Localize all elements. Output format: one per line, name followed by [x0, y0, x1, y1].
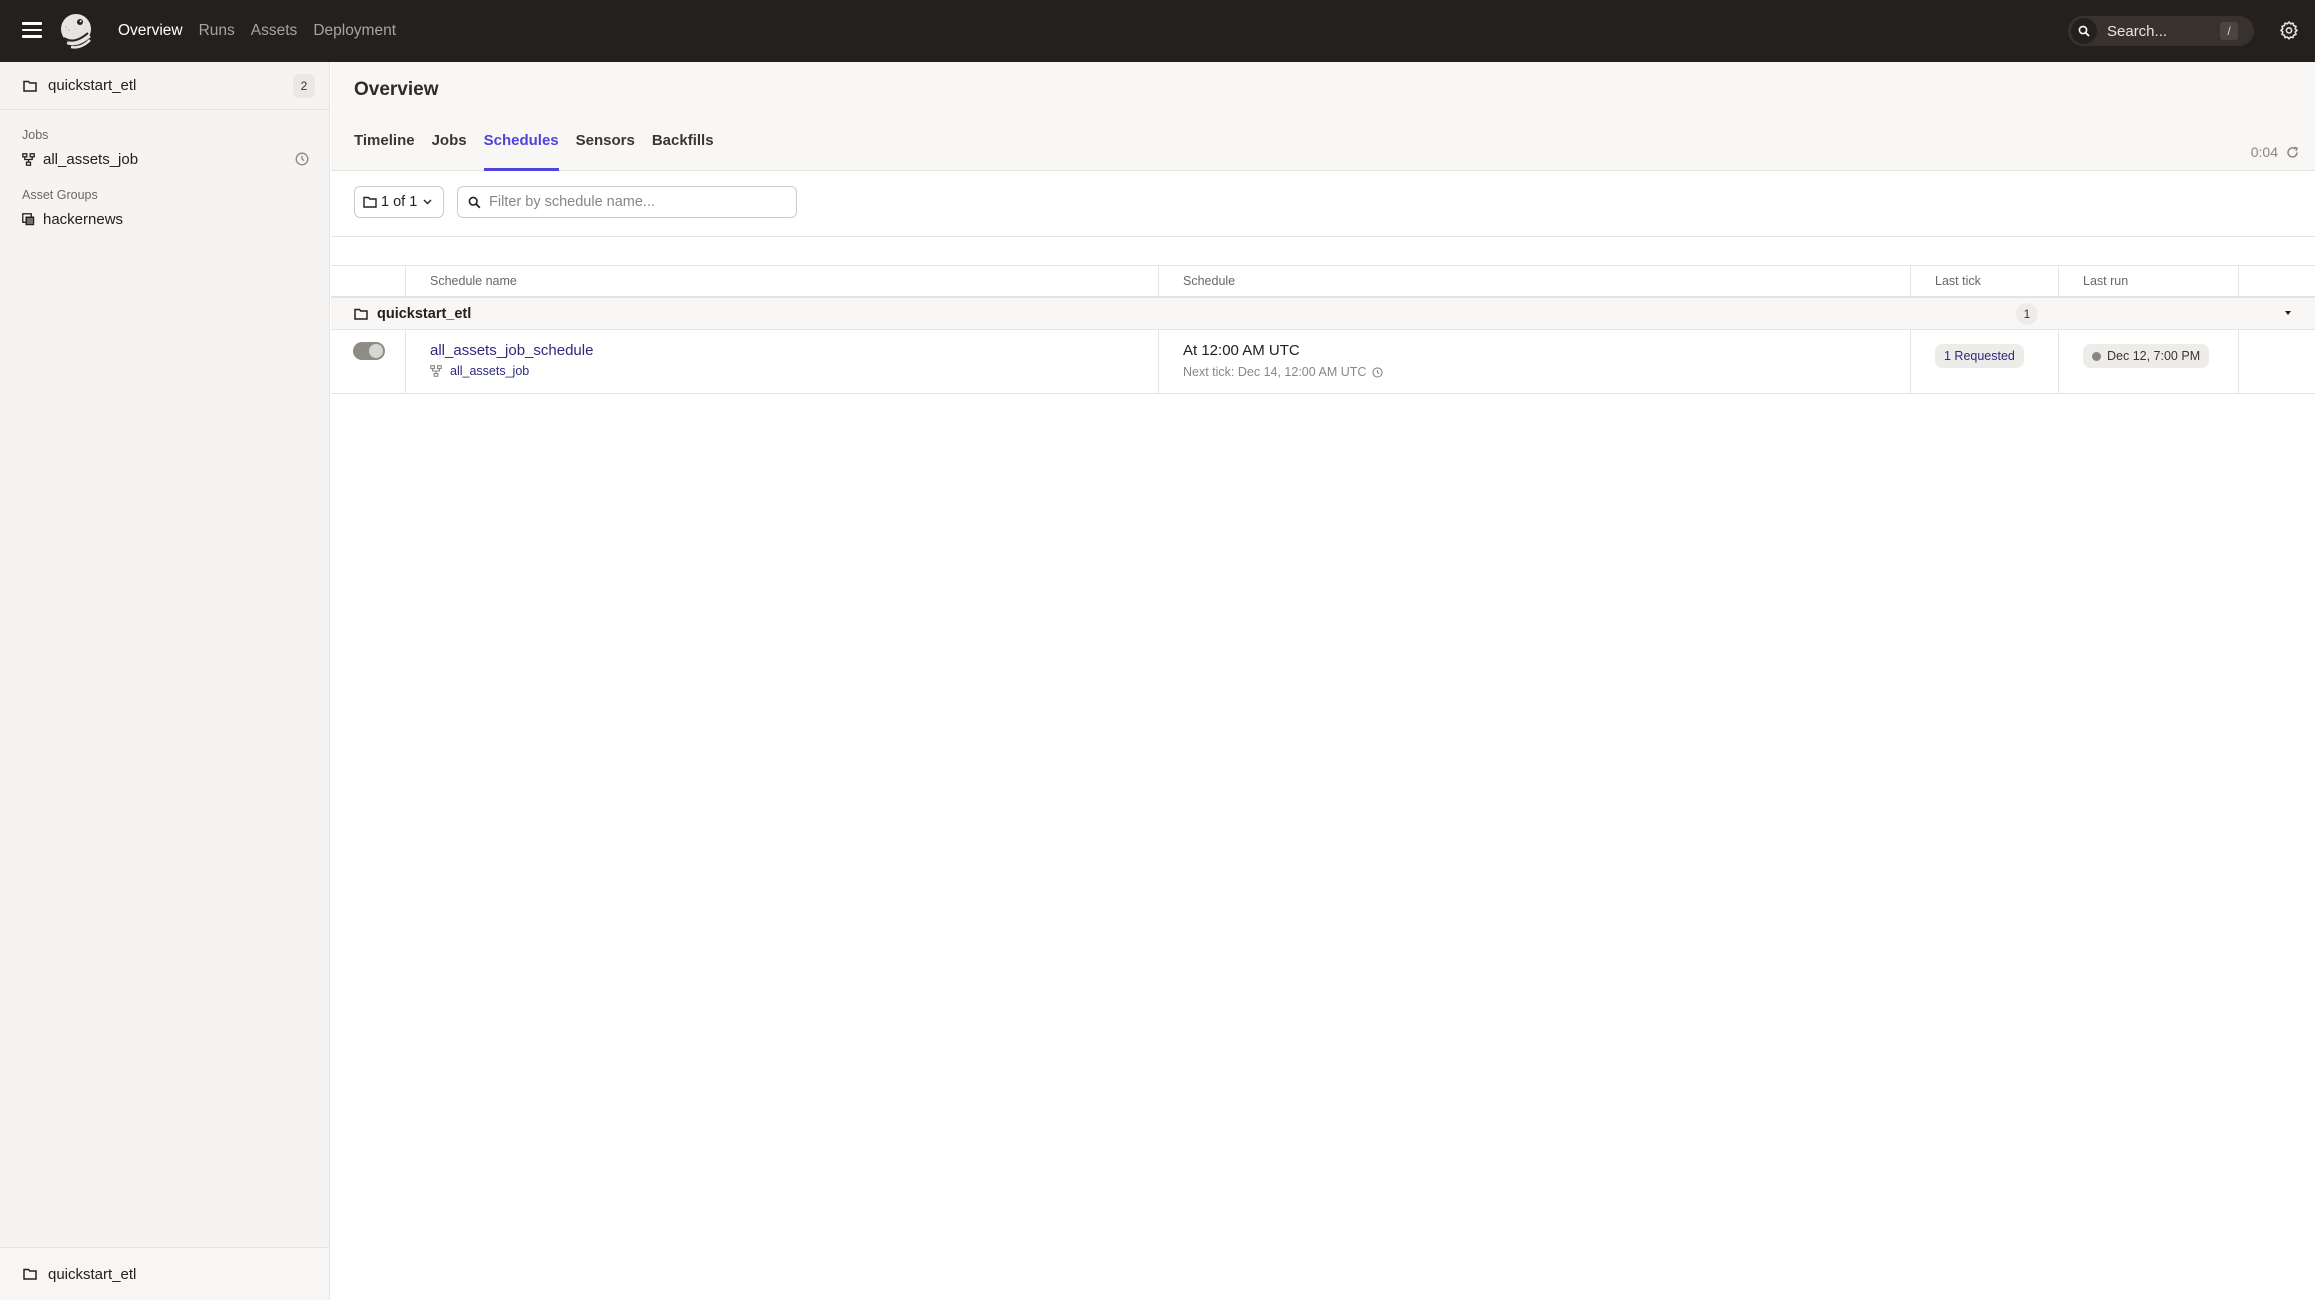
refresh-icon[interactable]: [2286, 145, 2299, 159]
clock-icon[interactable]: [1372, 366, 1384, 378]
sidebar-item-hackernews[interactable]: hackernews: [0, 204, 329, 234]
search-icon: [2071, 18, 2097, 44]
sidebar-job-label: all_assets_job: [43, 150, 139, 168]
chevron-down-icon: [423, 199, 432, 205]
main-content: Overview Timeline Jobs Schedules Sensors…: [331, 62, 2315, 1300]
column-header-schedule-name: Schedule name: [406, 266, 1159, 296]
table-header: Schedule name Schedule Last tick Last ru…: [331, 266, 2315, 298]
folder-icon: [354, 308, 368, 320]
asset-group-icon: [22, 212, 35, 225]
run-status-dot-icon: [2092, 351, 2101, 361]
group-count-badge: 1: [2016, 303, 2038, 325]
sidebar-asset-group-label: hackernews: [43, 210, 124, 228]
table-row: all_assets_job_schedule all_assets_job A…: [331, 330, 2315, 394]
global-search-button[interactable]: Search... /: [2068, 16, 2254, 46]
actions-cell: [2239, 330, 2315, 393]
next-tick-text: Next tick: Dec 14, 12:00 AM UTC: [1183, 365, 1367, 379]
column-header-schedule: Schedule: [1159, 266, 1911, 296]
repo-item-count: 2: [293, 74, 315, 98]
repo-name: quickstart_etl: [48, 77, 137, 94]
cron-description: At 12:00 AM UTC: [1183, 342, 1300, 359]
next-tick: Next tick: Dec 14, 12:00 AM UTC: [1183, 365, 1384, 379]
sidebar-item-all-assets-job[interactable]: all_assets_job: [0, 144, 329, 174]
nav-deployment[interactable]: Deployment: [313, 22, 396, 40]
column-header-last-tick: Last tick: [1911, 266, 2059, 296]
filter-bar: 1 of 1: [354, 186, 797, 218]
jobs-section-label: Jobs: [22, 128, 49, 142]
schedules-table: Schedule name Schedule Last tick Last ru…: [331, 266, 2315, 394]
page-header: Overview Timeline Jobs Schedules Sensors…: [331, 62, 2315, 171]
sidebar-repo-header[interactable]: quickstart_etl 2: [0, 62, 329, 110]
last-tick-status-badge[interactable]: 1 Requested: [1935, 344, 2024, 368]
nav-assets[interactable]: Assets: [251, 22, 298, 40]
column-header-last-run: Last run: [2059, 266, 2239, 296]
repo-filter-value: 1 of 1: [381, 194, 418, 210]
schedule-cell: At 12:00 AM UTC Next tick: Dec 14, 12:00…: [1159, 330, 1911, 393]
main-nav: Overview Runs Assets Deployment: [118, 0, 412, 62]
schedule-toggle[interactable]: [353, 342, 385, 360]
settings-gear-icon[interactable]: [2279, 20, 2299, 40]
tab-jobs[interactable]: Jobs: [432, 132, 467, 171]
schedule-filter-field[interactable]: [457, 186, 797, 218]
footer-repo-name: quickstart_etl: [48, 1265, 137, 1283]
last-run-time: Dec 12, 7:00 PM: [2107, 349, 2201, 363]
job-graph-icon: [22, 152, 35, 166]
job-link-label: all_assets_job: [450, 364, 530, 378]
table-toolbar-spacer: [331, 236, 2315, 266]
last-tick-cell: 1 Requested: [1911, 330, 2059, 393]
last-run-cell: Dec 12, 7:00 PM: [2059, 330, 2239, 393]
last-run-badge[interactable]: Dec 12, 7:00 PM: [2083, 344, 2210, 368]
schedule-filter-input[interactable]: [489, 194, 779, 210]
column-header-actions: [2239, 266, 2315, 296]
search-icon: [468, 196, 481, 208]
menu-icon[interactable]: [22, 22, 42, 38]
toggle-cell: [331, 330, 406, 393]
schedule-name-link[interactable]: all_assets_job_schedule: [430, 342, 593, 359]
nav-overview[interactable]: Overview: [118, 22, 183, 40]
nav-runs[interactable]: Runs: [199, 22, 235, 40]
page-title: Overview: [354, 79, 439, 100]
folder-icon: [23, 80, 37, 92]
job-link[interactable]: all_assets_job: [430, 364, 529, 378]
tab-backfills[interactable]: Backfills: [652, 132, 714, 171]
overview-tabs: Timeline Jobs Schedules Sensors Backfill…: [354, 132, 731, 171]
folder-icon: [23, 1268, 37, 1280]
job-graph-icon: [430, 365, 442, 377]
folder-icon: [363, 196, 377, 208]
tab-timeline[interactable]: Timeline: [354, 132, 415, 171]
dagster-logo-icon[interactable]: [56, 11, 96, 51]
refresh-control[interactable]: 0:04: [2251, 144, 2299, 160]
search-shortcut-hint: /: [2220, 22, 2238, 40]
schedule-name-cell: all_assets_job_schedule all_assets_job: [406, 330, 1159, 393]
search-placeholder: Search...: [2107, 22, 2168, 40]
caret-down-icon[interactable]: [2285, 311, 2291, 315]
refresh-timer: 0:04: [2250, 144, 2278, 160]
schedule-clock-icon: [295, 152, 309, 166]
column-header-toggle: [331, 266, 406, 296]
group-name: quickstart_etl: [377, 305, 472, 322]
sidebar: quickstart_etl 2 Jobs all_assets_job Ass…: [0, 62, 330, 1300]
repo-group-row[interactable]: quickstart_etl 1: [331, 298, 2315, 330]
sidebar-repo-switcher[interactable]: quickstart_etl: [0, 1247, 329, 1300]
repo-filter-dropdown[interactable]: 1 of 1: [354, 186, 444, 218]
asset-groups-section-label: Asset Groups: [22, 188, 98, 202]
top-navigation-bar: Overview Runs Assets Deployment Search..…: [0, 0, 2315, 62]
tab-schedules[interactable]: Schedules: [483, 132, 559, 171]
tab-sensors[interactable]: Sensors: [576, 132, 635, 171]
